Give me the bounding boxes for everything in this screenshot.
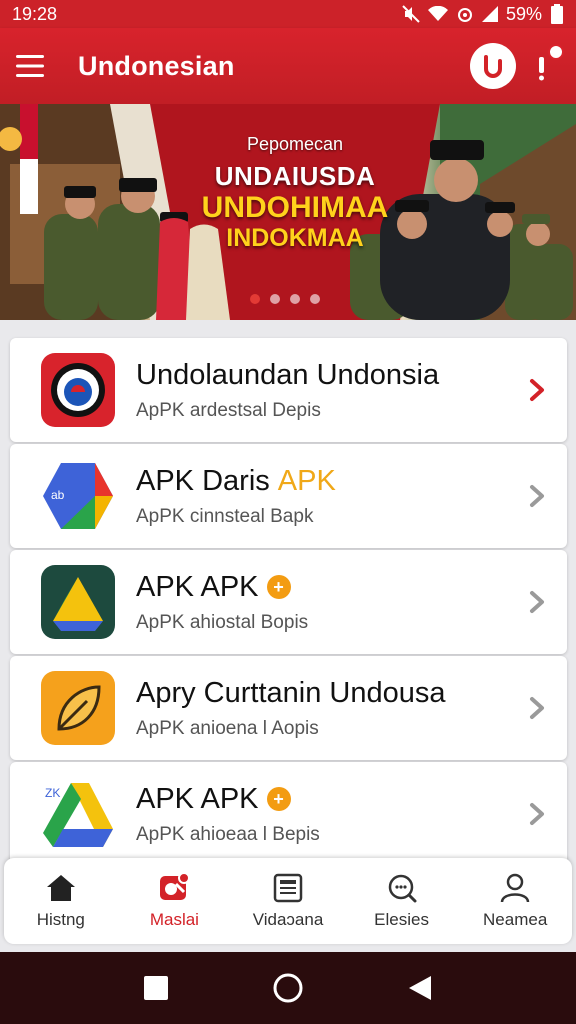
item-text: APK APK + ApPK ahiostal Bopis bbox=[136, 571, 527, 634]
list-item[interactable]: ab APK Daris APK ApPK cinnsteal Bapk bbox=[10, 444, 567, 548]
chevron-right-icon bbox=[530, 485, 544, 507]
bottom-navigation: Histng Maslai Vidaɔana Elesies Neamea bbox=[4, 858, 572, 944]
nav-label: Histng bbox=[36, 910, 85, 929]
alarm-icon bbox=[457, 8, 472, 22]
brand-logo-icon bbox=[484, 55, 502, 78]
banner-subtitle: Pepomecan bbox=[246, 134, 344, 154]
orange-leaf-app-icon bbox=[41, 671, 115, 745]
notification-dot bbox=[548, 44, 564, 60]
nav-item-news[interactable]: Vidaɔana bbox=[231, 858, 345, 944]
status-time: 19:28 bbox=[12, 3, 58, 24]
circle-home-icon bbox=[273, 973, 303, 1003]
svg-text:ab: ab bbox=[51, 488, 65, 502]
nav-item-home[interactable]: Histng bbox=[4, 858, 118, 944]
carousel-indicator[interactable] bbox=[250, 294, 320, 304]
carousel-dot[interactable] bbox=[290, 294, 300, 304]
nav-item-apps[interactable]: Maslai bbox=[118, 858, 232, 944]
square-icon bbox=[144, 976, 168, 1000]
list-item[interactable]: Undolaundan Undonsia ApPK ardestsal Depi… bbox=[10, 338, 567, 442]
item-title: APK APK + bbox=[136, 783, 527, 816]
app-title: Undonesian bbox=[78, 50, 235, 81]
app-logo[interactable] bbox=[470, 43, 516, 89]
nav-item-profile[interactable]: Neamea bbox=[458, 858, 572, 944]
list-item[interactable]: Apry Curttanin Undousa ApPK anioena l Ao… bbox=[10, 656, 567, 760]
banner-line-2: UNDOHIMAA bbox=[201, 191, 389, 224]
item-title: APK Daris APK bbox=[136, 464, 336, 497]
chevron-right-icon bbox=[530, 591, 544, 613]
colorful-drive-icon: ZK bbox=[43, 783, 113, 847]
status-icons: 59% bbox=[402, 4, 564, 25]
battery-icon bbox=[551, 4, 563, 24]
item-title: APK APK + bbox=[136, 571, 527, 604]
item-subtitle: ApPK anioena l Aopis bbox=[136, 717, 319, 739]
back-triangle-icon bbox=[409, 976, 431, 1000]
item-title: Apry Curttanin Undousa bbox=[136, 676, 446, 709]
profile-icon bbox=[500, 873, 530, 903]
chevron-right-icon bbox=[530, 379, 544, 401]
alert-icon bbox=[539, 57, 544, 81]
status-bar: 19:28 59% bbox=[0, 0, 576, 28]
nav-label: Elesies bbox=[374, 910, 429, 929]
battery-percent: 59% bbox=[505, 3, 542, 24]
list-item[interactable]: APK APK + ApPK ahiostal Bopis bbox=[10, 550, 567, 654]
item-subtitle: ApPK ahioeaa l Bepis bbox=[136, 823, 320, 845]
carousel-dot[interactable] bbox=[270, 294, 280, 304]
item-subtitle: ApPK ahiostal Bopis bbox=[136, 611, 309, 633]
list-item[interactable]: ZK APK APK + ApPK ahioeaa l Bepis bbox=[10, 762, 567, 866]
home-button[interactable] bbox=[272, 972, 304, 1004]
item-title-accent: APK bbox=[277, 464, 336, 497]
item-subtitle: ApPK ardestsal Depis bbox=[136, 399, 321, 421]
back-button[interactable] bbox=[404, 972, 436, 1004]
promo-banner[interactable]: Pepomecan UNDAIUSDA UNDOHIMAA INDOKMAA bbox=[0, 104, 576, 320]
system-navigation-bar bbox=[0, 952, 576, 1024]
notification-button[interactable] bbox=[536, 28, 566, 104]
nav-label: Neamea bbox=[483, 910, 548, 929]
item-text: Undolaundan Undonsia ApPK ardestsal Depi… bbox=[136, 359, 527, 422]
drive-triangle-icon bbox=[41, 565, 115, 639]
banner-line-1: UNDAIUSDA bbox=[214, 161, 376, 191]
nav-item-chats[interactable]: Elesies bbox=[345, 858, 459, 944]
chat-search-icon bbox=[388, 874, 417, 903]
wifi-icon bbox=[427, 6, 448, 21]
app-list: Undolaundan Undonsia ApPK ardestsal Depi… bbox=[10, 338, 567, 868]
banner-line-3: INDOKMAA bbox=[226, 224, 364, 252]
menu-button[interactable] bbox=[0, 28, 60, 104]
carousel-dot[interactable] bbox=[310, 294, 320, 304]
banner-headline: Pepomecan UNDAIUSDA UNDOHIMAA INDOKMAA bbox=[200, 134, 390, 252]
chevron-right-icon bbox=[530, 697, 544, 719]
red-record-app-icon bbox=[41, 353, 115, 427]
mute-icon bbox=[402, 5, 420, 23]
item-text: Apry Curttanin Undousa ApPK anioena l Ao… bbox=[136, 677, 527, 740]
home-icon bbox=[46, 875, 75, 901]
item-text: APK APK + ApPK ahioeaa l Bepis bbox=[136, 783, 527, 846]
nav-label: Maslai bbox=[149, 910, 199, 929]
blue-google-app-icon: ab bbox=[43, 463, 113, 529]
signal-icon bbox=[481, 6, 498, 22]
app-bar: Undonesian bbox=[0, 28, 576, 104]
chevron-right-icon bbox=[530, 803, 544, 825]
svg-text:ZK: ZK bbox=[45, 786, 60, 800]
plus-badge-icon: + bbox=[266, 787, 291, 811]
plus-badge-icon: + bbox=[266, 575, 291, 599]
item-subtitle: ApPK cinnsteal Bapk bbox=[136, 505, 314, 527]
hamburger-icon bbox=[16, 55, 44, 77]
recents-button[interactable] bbox=[140, 972, 172, 1004]
nav-label: Vidaɔana bbox=[252, 910, 324, 929]
item-title: Undolaundan Undonsia bbox=[136, 358, 440, 391]
item-text: APK Daris APK ApPK cinnsteal Bapk bbox=[136, 465, 527, 528]
carousel-dot[interactable] bbox=[250, 294, 260, 304]
news-icon bbox=[273, 873, 303, 903]
apps-icon bbox=[160, 872, 191, 900]
